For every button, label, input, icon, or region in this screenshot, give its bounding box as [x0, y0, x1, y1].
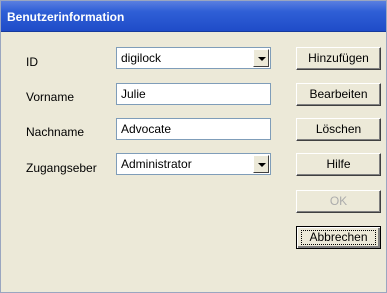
- user-info-dialog: Benutzerinformation ID Vorname Nachname …: [0, 0, 387, 293]
- delete-button[interactable]: Löschen: [296, 118, 381, 141]
- nachname-label: Nachname: [26, 125, 85, 139]
- zugangseber-value: Administrator: [121, 157, 192, 171]
- id-value: digilock: [121, 51, 162, 65]
- add-button[interactable]: Hinzufügen: [296, 47, 381, 70]
- edit-button[interactable]: Bearbeiten: [296, 83, 381, 106]
- vorname-field[interactable]: Julie: [116, 83, 271, 105]
- vorname-value: Julie: [121, 87, 146, 101]
- chevron-down-icon[interactable]: [253, 155, 269, 173]
- vorname-label: Vorname: [26, 90, 75, 104]
- cancel-button[interactable]: Abbrechen: [296, 226, 381, 249]
- title-bar[interactable]: Benutzerinformation: [1, 1, 386, 32]
- window-title: Benutzerinformation: [7, 10, 125, 24]
- id-label: ID: [26, 55, 38, 69]
- nachname-value: Advocate: [121, 122, 172, 136]
- ok-button[interactable]: OK: [296, 190, 381, 213]
- chevron-down-icon[interactable]: [253, 49, 269, 67]
- help-button[interactable]: Hilfe: [296, 153, 381, 176]
- id-dropdown[interactable]: digilock: [116, 47, 271, 69]
- zugangseber-dropdown[interactable]: Administrator: [116, 153, 271, 175]
- zugangseber-label: Zugangseber: [26, 161, 97, 175]
- cancel-label: Abbrechen: [309, 230, 368, 244]
- nachname-field[interactable]: Advocate: [116, 118, 271, 140]
